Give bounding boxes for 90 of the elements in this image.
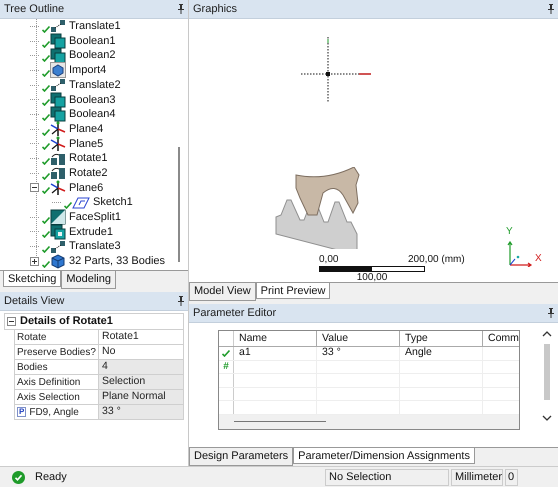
tab[interactable]: Sketching <box>3 270 62 287</box>
tree-item[interactable]: Plane5 <box>69 136 104 152</box>
property-label: Preserve Bodies? <box>17 346 96 360</box>
tree-item[interactable]: 32 Parts, 33 Bodies <box>69 253 166 270</box>
axis-label: Y <box>506 227 513 237</box>
success-icon <box>12 470 25 484</box>
rotate-icon <box>50 152 66 166</box>
tree-item[interactable]: Extrude1 <box>69 224 114 240</box>
scale-label: 0,00 <box>319 255 338 265</box>
cube-icon <box>50 33 66 50</box>
axes-icon <box>50 121 66 138</box>
move-icon <box>50 240 66 254</box>
tree-item[interactable]: Translate2 <box>69 76 121 94</box>
property-label: Rotate <box>17 330 46 344</box>
sketch-icon <box>72 196 90 210</box>
split-square-icon <box>50 209 66 226</box>
tab[interactable]: Print Preview <box>256 282 330 299</box>
extrude-icon <box>50 224 66 240</box>
scroll-up-icon[interactable] <box>542 330 552 338</box>
cube-icon <box>50 92 66 108</box>
axes-icon <box>50 136 66 152</box>
tree-item[interactable]: Translate3 <box>69 238 121 255</box>
axis-triad-drawing <box>507 239 533 267</box>
import-icon <box>50 62 66 78</box>
rotate-icon <box>50 166 66 180</box>
column-header[interactable]: Value <box>317 331 400 346</box>
panel-title: Tree Outline <box>4 2 64 17</box>
selection-status: No Selection <box>325 468 449 486</box>
axes-icon <box>50 180 66 196</box>
tree-item[interactable]: Import4 <box>69 62 106 79</box>
parts-icon <box>50 253 66 270</box>
table-cell[interactable]: a1 <box>234 347 317 360</box>
tab[interactable]: Model View <box>189 283 256 301</box>
property-label: FD9, Angle <box>29 406 79 420</box>
parameter-badge: P <box>17 407 26 417</box>
units-status: Millimeter <box>451 468 503 486</box>
table-cell[interactable]: 33 ° <box>317 347 400 360</box>
tree-item[interactable]: Plane4 <box>69 120 104 138</box>
pin-icon[interactable] <box>178 4 184 14</box>
tab[interactable]: Modeling <box>61 271 116 289</box>
tree-item[interactable]: Rotate2 <box>69 164 108 182</box>
table-cell[interactable]: Angle <box>400 347 483 360</box>
pin-icon[interactable] <box>548 308 554 318</box>
expander-toggle[interactable] <box>30 256 39 266</box>
property-value[interactable]: Plane Normal <box>99 390 183 404</box>
property-label: Bodies <box>17 360 48 374</box>
tree-item[interactable]: Sketch1 <box>93 194 133 211</box>
tab[interactable]: Parameter/Dimension Assignments <box>293 447 475 464</box>
property-label: Axis Definition <box>17 376 80 390</box>
move-icon <box>50 78 66 92</box>
status-message: Ready <box>35 470 68 485</box>
details-group-title: Details of Rotate1 <box>20 314 113 330</box>
axis-label: X <box>535 254 542 264</box>
check-icon <box>222 350 230 357</box>
tree-item[interactable]: Boolean2 <box>69 47 116 64</box>
panel-title: Details View <box>4 294 64 309</box>
vertical-scrollbar[interactable] <box>544 344 550 400</box>
cube-icon <box>50 106 66 122</box>
check-icon <box>64 202 72 210</box>
expander-toggle[interactable] <box>30 183 39 192</box>
origin-marker-drawing <box>301 37 373 103</box>
tree-item[interactable]: Plane6 <box>69 180 104 196</box>
collapse-toggle[interactable] <box>7 317 16 326</box>
tree-item[interactable]: FaceSplit1 <box>69 209 121 226</box>
tree-item[interactable]: Boolean4 <box>69 106 116 123</box>
column-header[interactable]: Type <box>400 331 483 346</box>
column-header[interactable]: Name <box>234 331 317 346</box>
tree-item[interactable]: Boolean1 <box>69 32 116 50</box>
graphics-viewport[interactable]: 0,00 100,00 200,00 (mm) Y X <box>189 19 558 282</box>
scroll-down-icon[interactable] <box>542 414 552 422</box>
column-header[interactable]: Comm <box>483 331 519 346</box>
tree-item[interactable]: Rotate1 <box>69 150 108 167</box>
panel-title: Parameter Editor <box>193 306 276 321</box>
tree-item[interactable]: Translate1 <box>69 19 121 35</box>
property-value[interactable]: 33 ° <box>99 405 183 419</box>
property-label: Axis Selection <box>17 390 80 404</box>
panel-title: Graphics <box>193 2 238 17</box>
pin-icon[interactable] <box>548 4 554 14</box>
scale-label: 200,00 (mm) <box>408 255 465 265</box>
tree-item[interactable]: Boolean3 <box>69 92 116 108</box>
pin-icon[interactable] <box>178 296 184 306</box>
scrollbar[interactable] <box>178 147 180 262</box>
new-row-marker: # <box>223 362 229 372</box>
property-value[interactable]: Selection <box>99 375 183 389</box>
tab[interactable]: Design Parameters <box>189 448 294 466</box>
scale-label: 100,00 <box>356 273 388 283</box>
horizontal-scrollbar[interactable] <box>234 421 326 422</box>
move-icon <box>50 19 66 34</box>
status-field: 0 <box>505 468 518 486</box>
property-value[interactable]: 4 <box>99 360 183 374</box>
